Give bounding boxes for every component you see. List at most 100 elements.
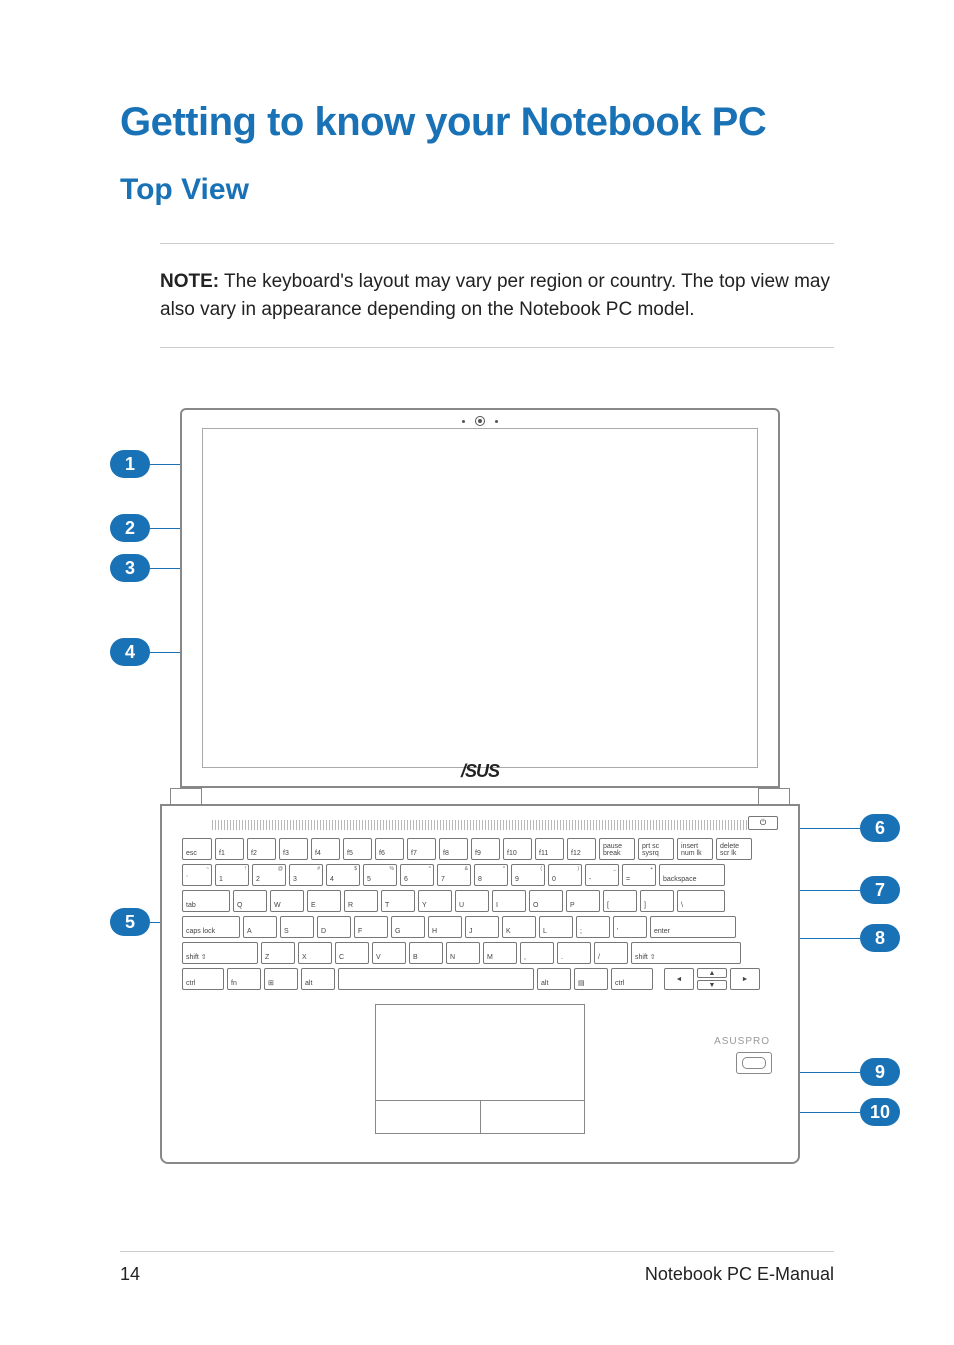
key: fn <box>227 968 261 990</box>
key: ' <box>613 916 647 938</box>
key: `~ <box>182 864 212 886</box>
key: Z <box>261 942 295 964</box>
note-text: The keyboard's layout may vary per regio… <box>160 271 830 320</box>
key: tab <box>182 890 230 912</box>
display-lid: /SUS <box>180 408 780 788</box>
camera-icon <box>475 416 485 426</box>
key: 3# <box>289 864 323 886</box>
callout-6: 6 <box>860 814 900 842</box>
keyboard-deck: ⏻ escf1f2f3f4f5f6f7f8f9f10f11f12pause br… <box>160 804 800 1164</box>
key: f12 <box>567 838 596 860</box>
key: alt <box>301 968 335 990</box>
key: , <box>520 942 554 964</box>
key: J <box>465 916 499 938</box>
key: T <box>381 890 415 912</box>
key: f7 <box>407 838 436 860</box>
key: shift ⇧ <box>182 942 258 964</box>
speaker-grille <box>212 820 748 830</box>
key: insert num lk <box>677 838 713 860</box>
key: esc <box>182 838 212 860</box>
callout-1: 1 <box>110 450 150 478</box>
page-number: 14 <box>120 1264 140 1285</box>
key: ctrl <box>611 968 653 990</box>
arrow-key: ▲ <box>697 968 727 978</box>
key: ; <box>576 916 610 938</box>
key: K <box>502 916 536 938</box>
key: ▤ <box>574 968 608 990</box>
key: L <box>539 916 573 938</box>
callout-9: 9 <box>860 1058 900 1086</box>
callout-4: 4 <box>110 638 150 666</box>
section-heading: Top View <box>120 173 834 207</box>
arrow-key: ▼ <box>697 980 727 990</box>
key: ⊞ <box>264 968 298 990</box>
key: ] <box>640 890 674 912</box>
key: f10 <box>503 838 532 860</box>
key: B <box>409 942 443 964</box>
note-box: NOTE: The keyboard's layout may vary per… <box>160 243 834 348</box>
key: f8 <box>439 838 468 860</box>
key: f2 <box>247 838 276 860</box>
key: E <box>307 890 341 912</box>
key: f1 <box>215 838 244 860</box>
key: 1! <box>215 864 249 886</box>
top-view-diagram: 1 2 3 4 5 6 7 <box>120 408 840 1168</box>
display-panel <box>202 428 758 768</box>
key: delete scr lk <box>716 838 752 860</box>
key <box>338 968 534 990</box>
key: caps lock <box>182 916 240 938</box>
key: pause break <box>599 838 635 860</box>
key: F <box>354 916 388 938</box>
key: 8* <box>474 864 508 886</box>
key: [ <box>603 890 637 912</box>
key: 7& <box>437 864 471 886</box>
key: \ <box>677 890 725 912</box>
key: N <box>446 942 480 964</box>
touchpad <box>375 1004 585 1134</box>
key: 5% <box>363 864 397 886</box>
key: 9( <box>511 864 545 886</box>
key: enter <box>650 916 736 938</box>
key: =+ <box>622 864 656 886</box>
callout-2: 2 <box>110 514 150 542</box>
laptop-illustration: /SUS ⏻ escf1f2f3f4f5f6f7f8f9f10f11f12pau… <box>180 408 780 1164</box>
fingerprint-sensor <box>736 1052 772 1074</box>
key: O <box>529 890 563 912</box>
keyboard: escf1f2f3f4f5f6f7f8f9f10f11f12pause brea… <box>182 838 778 990</box>
key: prt sc sysrq <box>638 838 674 860</box>
key: M <box>483 942 517 964</box>
brand-logo: /SUS <box>461 761 499 782</box>
key: I <box>492 890 526 912</box>
footer-title: Notebook PC E-Manual <box>645 1264 834 1285</box>
key: A <box>243 916 277 938</box>
key: R <box>344 890 378 912</box>
callout-10: 10 <box>860 1098 900 1126</box>
mic-dot-icon <box>495 420 498 423</box>
page-footer: 14 Notebook PC E-Manual <box>120 1251 834 1285</box>
key: V <box>372 942 406 964</box>
hinge <box>170 788 790 804</box>
key: Q <box>233 890 267 912</box>
key: . <box>557 942 591 964</box>
callout-5: 5 <box>110 908 150 936</box>
key: f9 <box>471 838 500 860</box>
key: 6^ <box>400 864 434 886</box>
page-heading: Getting to know your Notebook PC <box>120 100 834 145</box>
arrow-key: ◄ <box>664 968 694 990</box>
key: f11 <box>535 838 564 860</box>
key: f5 <box>343 838 372 860</box>
callout-3: 3 <box>110 554 150 582</box>
key: 2@ <box>252 864 286 886</box>
key: / <box>594 942 628 964</box>
key: Y <box>418 890 452 912</box>
key: 4$ <box>326 864 360 886</box>
note-label: NOTE: <box>160 271 219 292</box>
key: backspace <box>659 864 725 886</box>
key: H <box>428 916 462 938</box>
key: -_ <box>585 864 619 886</box>
key: 0) <box>548 864 582 886</box>
key: C <box>335 942 369 964</box>
callout-8: 8 <box>860 924 900 952</box>
key: alt <box>537 968 571 990</box>
key: P <box>566 890 600 912</box>
